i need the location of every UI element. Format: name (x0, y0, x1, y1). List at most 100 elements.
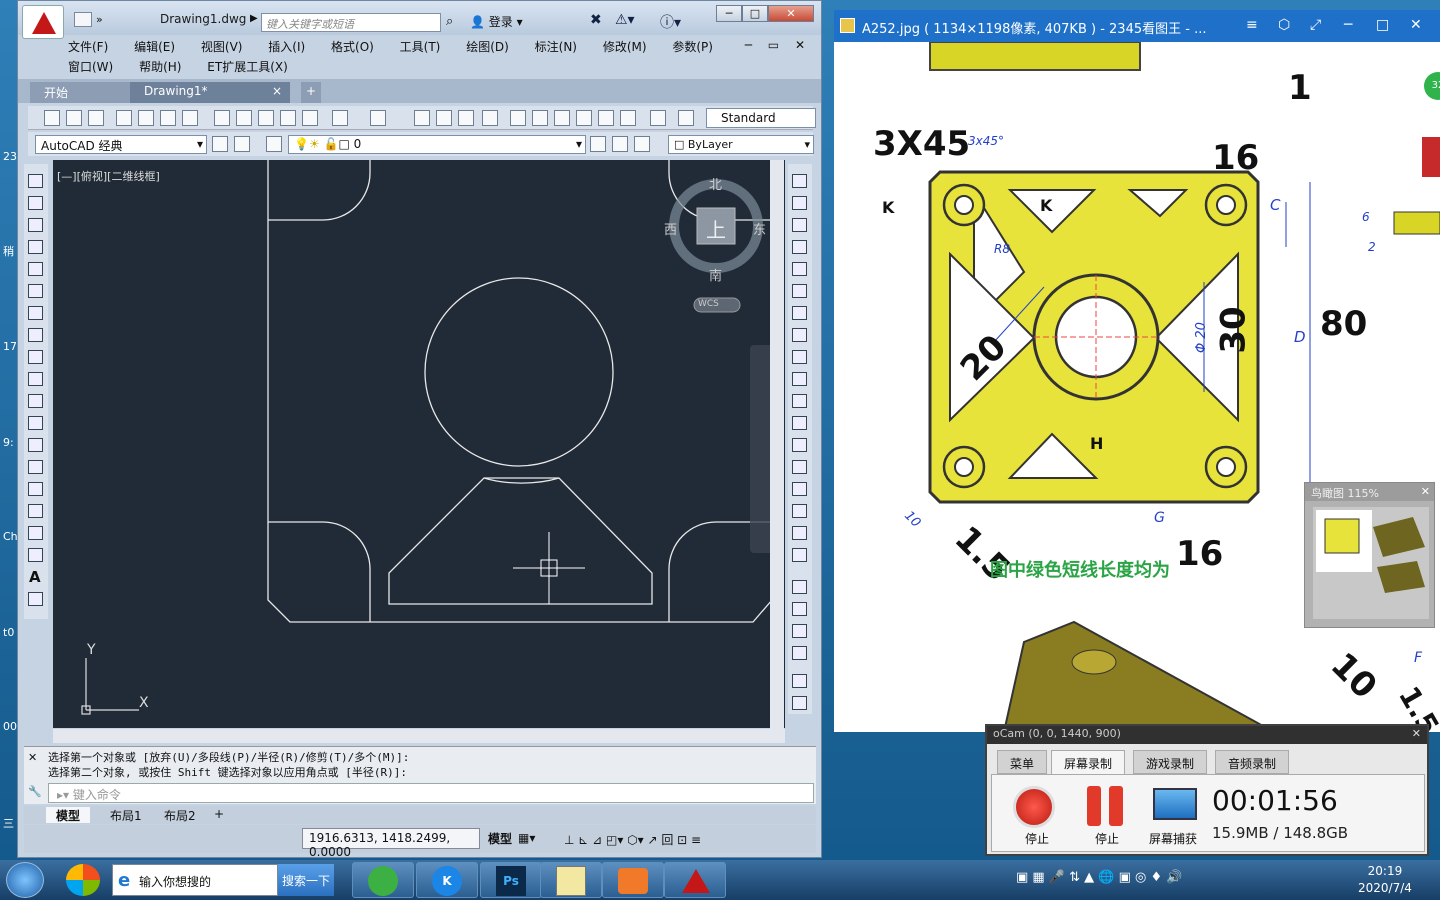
taskbar-app-autocad[interactable] (664, 862, 726, 898)
block-editor-icon[interactable] (302, 110, 318, 126)
publish-icon[interactable] (182, 110, 198, 126)
exchange-icon[interactable]: ✖ (590, 12, 602, 28)
trim-icon[interactable] (792, 372, 807, 386)
tab-menu[interactable]: 菜单 (997, 750, 1048, 774)
scale-icon[interactable] (792, 328, 807, 342)
grid-icon[interactable]: ▦▾ (518, 831, 535, 845)
sheet-set-icon[interactable] (576, 110, 592, 126)
save-icon[interactable] (88, 110, 104, 126)
paste-icon[interactable] (258, 110, 274, 126)
zoom-realtime-icon[interactable] (436, 110, 452, 126)
cut-icon[interactable] (214, 110, 230, 126)
tab-audio-record[interactable]: 音频录制 (1215, 750, 1290, 774)
cmd-close-icon[interactable]: ✕ (28, 751, 37, 764)
explode-icon[interactable] (792, 548, 807, 562)
line-tool-icon[interactable] (28, 174, 43, 188)
tab-game-record[interactable]: 游戏录制 (1133, 750, 1208, 774)
draworder-front-icon[interactable] (792, 602, 807, 616)
taskbar-search-button[interactable]: 搜索一下 (278, 864, 334, 896)
menu-modify[interactable]: 修改(M) (603, 38, 647, 55)
zoom-previous-icon[interactable] (482, 110, 498, 126)
taskbar-search-input[interactable]: 输入你想搜的 (112, 864, 278, 896)
plot-icon[interactable] (160, 110, 176, 126)
copy-object-icon[interactable] (792, 196, 807, 210)
zoom-window-icon[interactable] (458, 110, 474, 126)
recorder-close-icon[interactable]: ✕ (1412, 727, 1421, 740)
menu-view[interactable]: 视图(V) (201, 38, 243, 55)
menu-parameters[interactable]: 参数(P) (672, 38, 713, 55)
system-tray-icons[interactable]: ▣ ▦ 🎤 ⇅ ▲ 🌐 ▣ ◎ ♦ 🔊 (1016, 870, 1183, 885)
a360-icon[interactable]: ⚠▾ (615, 12, 635, 28)
new-icon[interactable] (44, 110, 60, 126)
spline-icon[interactable] (28, 350, 43, 364)
start-button[interactable] (6, 862, 44, 898)
text-front-icon[interactable] (792, 674, 807, 688)
erase-icon[interactable] (792, 174, 807, 188)
break-icon[interactable] (792, 438, 807, 452)
expand-icon[interactable]: » (96, 13, 103, 26)
menu-window[interactable]: 窗口(W) (68, 58, 113, 75)
taskbar-app-photoshop[interactable]: Ps (480, 862, 542, 898)
new-tab-button[interactable]: + (301, 82, 321, 103)
point-icon[interactable] (28, 460, 43, 474)
horizontal-scrollbar[interactable] (53, 729, 785, 743)
menu-file[interactable]: 文件(F) (68, 38, 108, 55)
circle-icon[interactable] (28, 306, 43, 320)
tab-screen-record[interactable]: 屏幕录制 (1051, 750, 1126, 774)
viewer-maximize-button[interactable]: □ (1376, 17, 1389, 33)
tab-layout1[interactable]: 布局1 (100, 807, 152, 823)
layer-properties-icon[interactable] (234, 136, 250, 152)
viewcube-top[interactable]: 上 (706, 214, 726, 243)
region-icon[interactable] (28, 526, 43, 540)
print-preview-icon[interactable] (138, 110, 154, 126)
pan-icon[interactable] (414, 110, 430, 126)
extend-icon[interactable] (792, 394, 807, 408)
navigator-close-icon[interactable]: ✕ (1421, 485, 1430, 498)
pinned-app-icon[interactable] (66, 864, 100, 896)
quickcalc-icon[interactable] (620, 110, 636, 126)
layer-select[interactable]: 💡☀ 🔓□ 0 ▾ (288, 135, 586, 154)
layer-iso-icon[interactable] (634, 136, 650, 152)
rotate-icon[interactable] (792, 306, 807, 320)
pause-icon[interactable] (1087, 786, 1125, 826)
workspace-settings-icon[interactable] (212, 136, 228, 152)
viewcube-south[interactable]: 南 (709, 265, 722, 284)
taskbar-app-kugou[interactable]: K (416, 862, 478, 898)
viewer-close-button[interactable]: ✕ (1410, 17, 1422, 33)
tab-layout2[interactable]: 布局2 (154, 807, 206, 823)
make-current-layer-icon[interactable] (590, 136, 606, 152)
skin-icon[interactable]: ⬡ (1278, 17, 1290, 33)
menu-help[interactable]: 帮助(H) (139, 58, 181, 75)
join-icon[interactable] (792, 460, 807, 474)
polyline-icon[interactable] (28, 218, 43, 232)
markup-icon[interactable] (598, 110, 614, 126)
menu-tools[interactable]: 工具(T) (400, 38, 441, 55)
minimize-button[interactable]: ─ (716, 5, 742, 22)
arc-icon[interactable] (28, 284, 43, 298)
menu-icon[interactable]: ≡ (1246, 17, 1258, 33)
chamfer-icon[interactable] (792, 482, 807, 496)
stop-record-icon[interactable] (1013, 786, 1055, 828)
move-icon[interactable] (792, 284, 807, 298)
construction-line-icon[interactable] (28, 196, 43, 210)
tool-palettes-icon[interactable] (554, 110, 570, 126)
taskbar-app-notepad[interactable] (540, 862, 602, 898)
menu-et-tools[interactable]: ET扩展工具(X) (207, 58, 288, 75)
mdi-buttons[interactable]: ─ ▭ ✕ (745, 38, 811, 52)
fillet-icon[interactable] (792, 504, 807, 518)
draworder-icon[interactable] (792, 580, 807, 594)
viewcube-west[interactable]: 西 (664, 219, 677, 238)
text-style-icon[interactable] (678, 110, 694, 126)
blend-icon[interactable] (792, 526, 807, 540)
command-input[interactable]: ▸▾ 键入命令 (48, 783, 814, 803)
polygon-icon[interactable] (28, 240, 43, 254)
open-icon[interactable] (66, 110, 82, 126)
tab-close-icon[interactable]: × (272, 84, 282, 98)
ellipse-arc-icon[interactable] (28, 394, 43, 408)
new-file-icon[interactable] (74, 12, 92, 27)
multiline-text-icon[interactable]: A (29, 568, 41, 586)
stretch-icon[interactable] (792, 350, 807, 364)
screen-capture-icon[interactable] (1153, 788, 1197, 820)
menu-draw[interactable]: 绘图(D) (466, 38, 509, 55)
properties-icon[interactable] (510, 110, 526, 126)
